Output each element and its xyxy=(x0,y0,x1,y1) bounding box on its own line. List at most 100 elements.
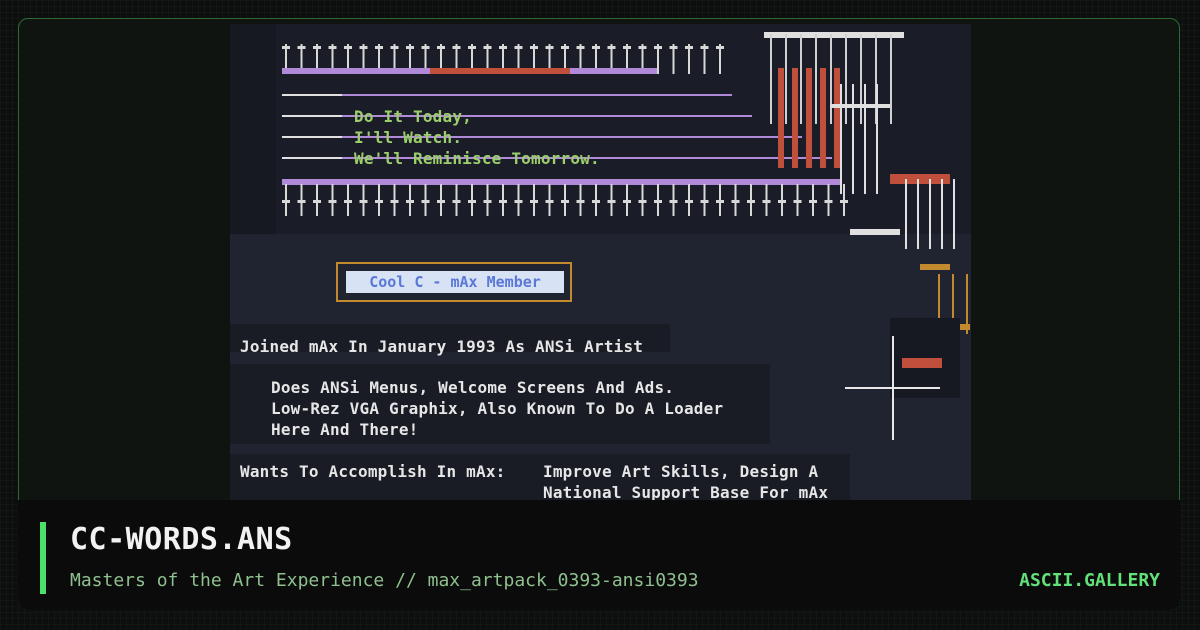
brand-link[interactable]: ASCII.GALLERY xyxy=(1019,570,1160,591)
rule-line xyxy=(282,157,342,159)
rule-line xyxy=(282,94,342,96)
post-cap xyxy=(297,200,306,203)
post-cap xyxy=(778,200,786,203)
file-subtitle: Masters of the Art Experience // max_art… xyxy=(70,570,699,591)
post-cap xyxy=(607,200,616,203)
rule-line xyxy=(282,94,732,96)
post-cap xyxy=(654,200,662,203)
post xyxy=(876,84,878,194)
orange-bar xyxy=(920,264,950,270)
post xyxy=(840,84,842,194)
post-cap xyxy=(499,200,507,203)
post-cap xyxy=(638,46,647,49)
post-cap xyxy=(328,46,337,49)
post-cap xyxy=(359,46,368,49)
file-title: CC-WORDS.ANS xyxy=(70,522,293,557)
post-cap xyxy=(297,46,306,49)
post-cap xyxy=(483,46,492,49)
wants-line-2: National Support Base For mAx xyxy=(543,483,829,500)
post-cap xyxy=(359,200,368,203)
rule-line xyxy=(282,115,342,117)
post-cap xyxy=(685,46,693,49)
post-cap xyxy=(623,200,631,203)
footer-bar: CC-WORDS.ANS Masters of the Art Experien… xyxy=(18,500,1180,610)
quote-line-2: I'll Watch. xyxy=(354,128,463,147)
post-cap xyxy=(669,200,678,203)
post xyxy=(917,179,919,249)
top-panel xyxy=(230,24,971,234)
joined-text: Joined mAx In January 1993 As ANSi Artis… xyxy=(240,337,644,356)
post-cap xyxy=(452,200,461,203)
post xyxy=(929,179,931,249)
post-cap xyxy=(700,200,709,203)
post-cap xyxy=(654,46,662,49)
ansi-artwork: Do It Today, I'll Watch. We'll Reminisce… xyxy=(230,24,971,500)
post-cap xyxy=(809,200,817,203)
rule-line xyxy=(282,136,342,138)
post-cap xyxy=(468,46,476,49)
post xyxy=(941,179,943,249)
post xyxy=(785,34,787,124)
post-cap xyxy=(406,46,414,49)
post xyxy=(815,34,817,124)
post-cap xyxy=(576,46,585,49)
wants-line-1: Improve Art Skills, Design A xyxy=(543,462,819,481)
post-cap xyxy=(623,46,631,49)
post-cap xyxy=(313,46,321,49)
quote-line-3: We'll Reminisce Tomorrow. xyxy=(354,149,600,168)
red-post xyxy=(834,68,840,168)
post xyxy=(953,179,955,249)
post-cap xyxy=(731,200,740,203)
red-block xyxy=(902,358,942,368)
post-cap xyxy=(483,200,492,203)
post-cap xyxy=(545,46,554,49)
red-post xyxy=(820,68,826,168)
post-cap xyxy=(592,200,600,203)
post-cap xyxy=(437,46,445,49)
post-cap xyxy=(421,46,430,49)
purple-bar xyxy=(282,179,842,185)
post-cap xyxy=(669,46,678,49)
does-line-2: Low-Rez VGA Graphix, Also Known To Do A … xyxy=(271,399,724,418)
post-cap xyxy=(421,200,430,203)
accent-bar xyxy=(40,522,46,594)
post xyxy=(905,179,907,249)
post-cap xyxy=(716,200,724,203)
post-cap xyxy=(375,200,383,203)
post-cap xyxy=(530,46,538,49)
post-cap xyxy=(282,46,290,49)
post-cap xyxy=(747,200,755,203)
post-cap xyxy=(824,200,833,203)
post xyxy=(860,34,862,124)
red-post xyxy=(806,68,812,168)
red-bar xyxy=(430,68,570,74)
quote-line-1: Do It Today, xyxy=(354,107,472,126)
post xyxy=(890,34,892,124)
post xyxy=(852,84,854,194)
member-badge: Cool C - mAx Member xyxy=(346,271,564,293)
post-cap xyxy=(716,46,724,49)
post-cap xyxy=(638,200,647,203)
post-cap xyxy=(468,200,476,203)
post-cap xyxy=(700,46,709,49)
post-cap xyxy=(840,200,848,203)
post-cap xyxy=(545,200,554,203)
post-cap xyxy=(328,200,337,203)
post xyxy=(770,34,772,124)
rule-line xyxy=(282,115,752,117)
frame-bar xyxy=(850,229,900,235)
does-line-1: Does ANSi Menus, Welcome Screens And Ads… xyxy=(271,378,675,397)
post-cap xyxy=(344,46,352,49)
post-cap xyxy=(561,200,569,203)
post-cap xyxy=(282,200,290,203)
red-post xyxy=(778,68,784,168)
does-line-3: Here And There! xyxy=(271,420,419,439)
post xyxy=(800,34,802,124)
post-cap xyxy=(406,200,414,203)
post-cap xyxy=(313,200,321,203)
post-cap xyxy=(375,46,383,49)
post-cap xyxy=(452,46,461,49)
post-cap xyxy=(390,46,399,49)
post-cap xyxy=(607,46,616,49)
post xyxy=(864,84,866,194)
